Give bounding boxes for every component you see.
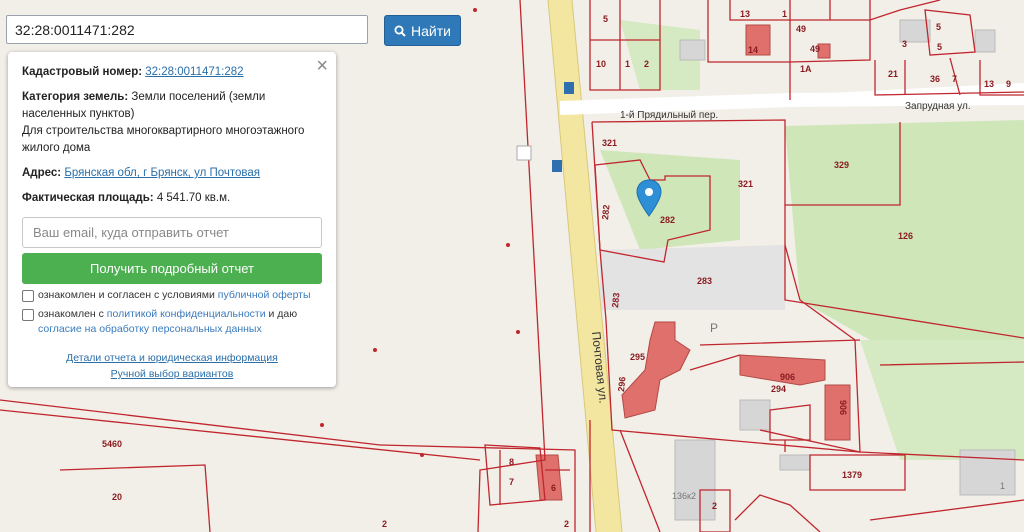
search-input[interactable]: 32:28:0011471:282 bbox=[6, 15, 368, 44]
parcel-label: 906 bbox=[838, 400, 848, 415]
area-value: 4 541.70 кв.м. bbox=[156, 192, 231, 204]
address-link[interactable]: Брянская обл, г Брянск, ул Почтовая bbox=[64, 167, 260, 179]
area-row: Фактическая площадь: 4 541.70 кв.м. bbox=[22, 190, 322, 207]
parcel-label: 136к2 bbox=[672, 491, 696, 501]
parcel-label: 49 bbox=[810, 44, 820, 54]
privacy-consent-middle: и даю bbox=[265, 308, 298, 320]
parcel-label: 13 bbox=[984, 79, 994, 89]
search-button-label: Найти bbox=[411, 22, 451, 39]
parcel-label: 9 bbox=[1006, 79, 1011, 89]
parcel-label: 7 bbox=[509, 477, 514, 487]
parcel-label: 14 bbox=[748, 45, 758, 55]
street-label-zaprudnaya: Запрудная ул. bbox=[905, 101, 971, 112]
parcel-label: 295 bbox=[630, 352, 645, 362]
parcel-label: 294 bbox=[771, 384, 786, 394]
search-button[interactable]: Найти bbox=[384, 15, 461, 46]
parcel-label: Р bbox=[710, 321, 718, 335]
green-area bbox=[785, 120, 1024, 340]
manual-selection-link[interactable]: Ручной выбор вариантов bbox=[8, 366, 336, 382]
cadastral-number-row: Кадастровый номер: 32:28:0011471:282 bbox=[22, 64, 322, 81]
parcel-label: 1 bbox=[625, 59, 630, 69]
parcel-label: 296 bbox=[616, 376, 628, 392]
land-category-row: Категория земель: Земли поселений (земли… bbox=[22, 89, 322, 157]
parcel-label: 5 bbox=[937, 42, 942, 52]
parcel-label: 1 bbox=[1000, 481, 1005, 491]
address-label: Адрес: bbox=[22, 167, 62, 179]
parcel-label: 283 bbox=[610, 292, 622, 308]
parcel-label: 5 bbox=[936, 22, 941, 32]
cadastral-number-link[interactable]: 32:28:0011471:282 bbox=[145, 66, 243, 78]
offer-consent-checkbox[interactable] bbox=[22, 290, 34, 302]
close-icon[interactable]: × bbox=[316, 56, 328, 76]
address-row: Адрес: Брянская обл, г Брянск, ул Почтов… bbox=[22, 165, 322, 182]
parcel-label: 906 bbox=[780, 372, 795, 382]
parcel-label: 10 bbox=[596, 59, 606, 69]
parcel-label: 283 bbox=[697, 276, 712, 286]
parcel-info-panel: × Кадастровый номер: 32:28:0011471:282 К… bbox=[8, 52, 336, 387]
parcel-label: 2 bbox=[712, 501, 717, 511]
land-usage-value: Для строительства многоквартирного много… bbox=[22, 125, 305, 154]
get-report-button[interactable]: Получить подробный отчет bbox=[22, 253, 322, 284]
parcel-label: 126 bbox=[898, 231, 913, 241]
offer-consent-row: ознакомлен и согласен с условиями публич… bbox=[22, 288, 322, 303]
parcel-label: 3 bbox=[902, 39, 907, 49]
parcel-label: 282 bbox=[600, 204, 612, 220]
privacy-consent-row: ознакомлен с политикой конфиденциальност… bbox=[22, 307, 322, 337]
parcel-label: 329 bbox=[834, 160, 849, 170]
parcel-label: 321 bbox=[738, 179, 753, 189]
cadastral-number-label: Кадастровый номер: bbox=[22, 66, 143, 78]
email-field[interactable]: Ваш email, куда отправить отчет bbox=[22, 217, 322, 248]
search-icon bbox=[394, 25, 406, 37]
area-label: Фактическая площадь: bbox=[22, 192, 154, 204]
parcel-label: 5 bbox=[603, 14, 608, 24]
report-details-link[interactable]: Детали отчета и юридическая информация bbox=[8, 350, 336, 366]
parcel-label: 2 bbox=[644, 59, 649, 69]
street-label-pryadilny: 1-й Прядильный пер. bbox=[620, 110, 718, 121]
parcel-label: 36 bbox=[930, 74, 940, 84]
parcel-label: 13 bbox=[740, 9, 750, 19]
parcel-label: 6 bbox=[551, 483, 556, 493]
parcel-label: 21 bbox=[888, 69, 898, 79]
public-offer-link[interactable]: публичной оферты bbox=[218, 289, 311, 301]
privacy-consent-text: ознакомлен с bbox=[38, 308, 107, 320]
parcel-label: 1379 bbox=[842, 470, 862, 480]
broken-image-icon bbox=[516, 145, 532, 161]
parcel-label: 20 bbox=[112, 492, 122, 502]
land-category-label: Категория земель: bbox=[22, 91, 129, 103]
parcel-label: 321 bbox=[602, 138, 617, 148]
parcel-label: 1А bbox=[800, 64, 812, 74]
parcel-label: 7 bbox=[952, 74, 957, 84]
panel-footer: Детали отчета и юридическая информация Р… bbox=[8, 350, 336, 382]
privacy-consent-checkbox[interactable] bbox=[22, 309, 34, 321]
parcel-label: 1 bbox=[782, 9, 787, 19]
personal-data-consent-link[interactable]: согласие на обработку персональных данны… bbox=[38, 323, 262, 335]
parcel-label: 5460 bbox=[102, 439, 122, 449]
parcel-label: 282 bbox=[660, 215, 675, 225]
parcel-label: 49 bbox=[796, 24, 806, 34]
privacy-policy-link[interactable]: политикой конфиденциальности bbox=[107, 308, 266, 320]
parcel-label: 8 bbox=[509, 457, 514, 467]
parcel-label: 2 bbox=[564, 519, 569, 529]
offer-consent-text: ознакомлен и согласен с условиями bbox=[38, 289, 218, 301]
parcel-label: 2 bbox=[382, 519, 387, 529]
search-bar: 32:28:0011471:282 Найти bbox=[6, 15, 461, 46]
